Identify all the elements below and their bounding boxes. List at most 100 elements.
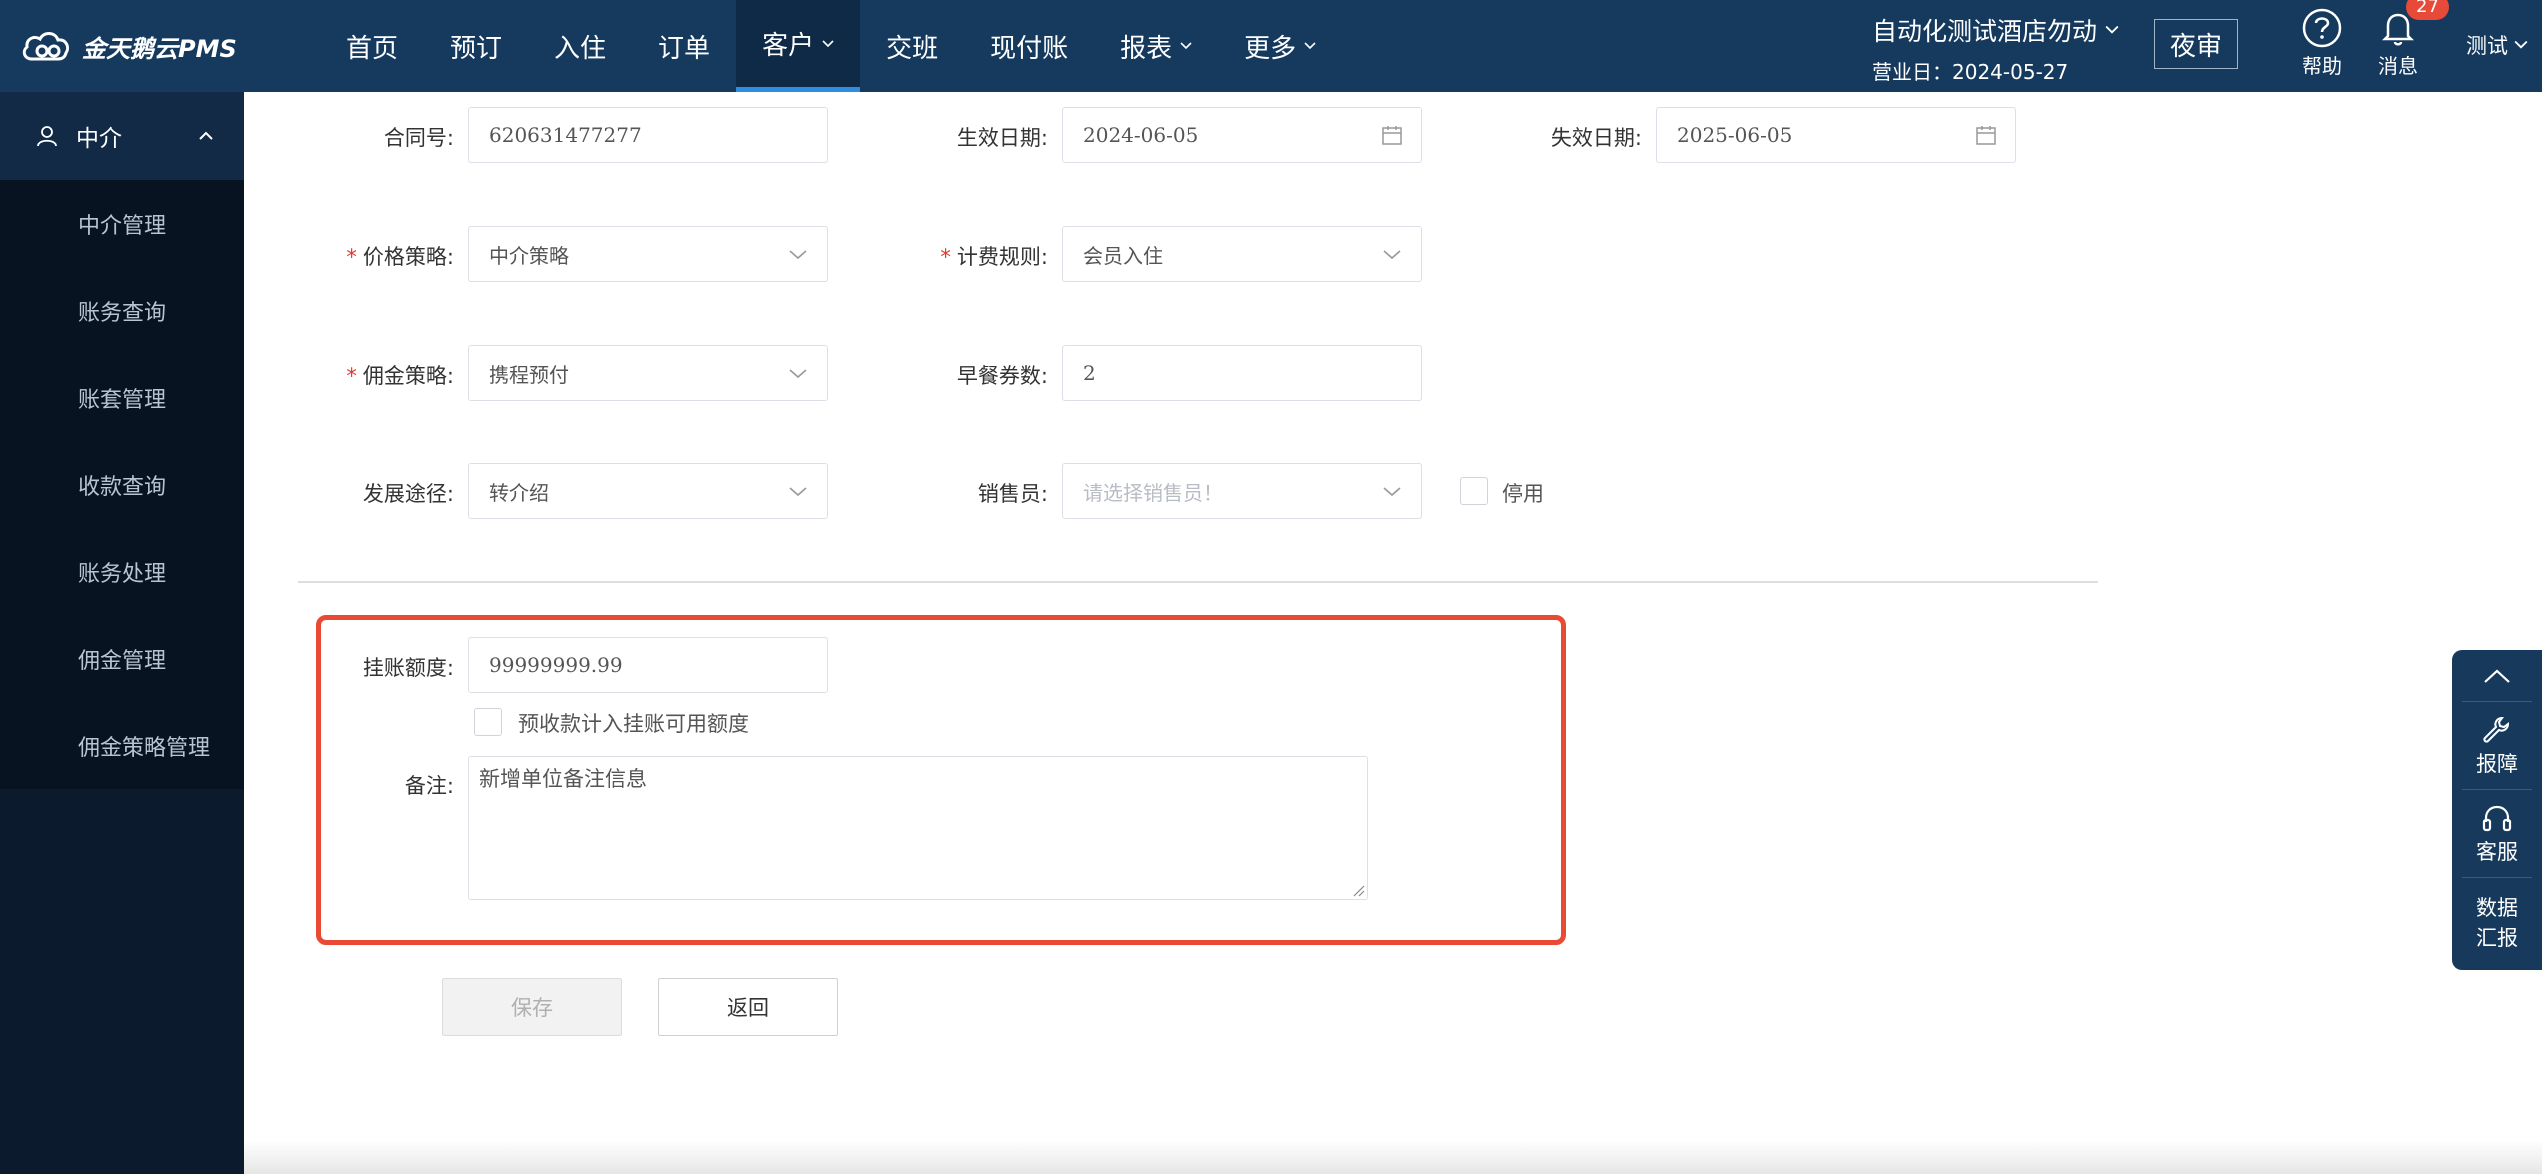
price-policy-label-text: 价格策略:	[362, 245, 454, 269]
nav-shift[interactable]: 交班	[860, 0, 964, 92]
price-policy-value: 中介策略	[489, 243, 569, 268]
sidebar-item-label: 收款查询	[78, 474, 167, 500]
top-bar: 金天鹅云PMS 首页 预订 入住 订单 客户 交班 现付账 报表 更多 自动化测…	[0, 0, 2542, 92]
nav-label: 现付账	[990, 33, 1069, 64]
nav-home[interactable]: 首页	[320, 0, 424, 92]
commission-policy-value: 携程预付	[489, 362, 569, 387]
save-button[interactable]: 保存	[442, 978, 622, 1036]
credit-limit-label: 挂账额度:	[362, 656, 454, 680]
effective-date-picker[interactable]: 2024-06-05	[1062, 107, 1422, 163]
nav-label: 首页	[346, 33, 399, 64]
calendar-icon	[1976, 126, 1996, 145]
nav-booking[interactable]: 预订	[424, 0, 528, 92]
sidebar-item-label: 账套管理	[78, 387, 167, 413]
data-report-label: 数据汇报	[2476, 896, 2518, 950]
floating-tools-panel: 报障 客服 数据汇报	[2452, 650, 2542, 970]
help-button[interactable]: 帮助	[2300, 6, 2344, 79]
report-issue-button[interactable]: 报障	[2462, 702, 2532, 790]
nav-label: 入住	[554, 33, 607, 64]
scroll-top-button[interactable]	[2462, 650, 2532, 702]
channel-label: 发展途径:	[362, 482, 454, 506]
main-content: 合同号: 620631477277 生效日期: 2024-06-05 失效日期:…	[244, 92, 2542, 1174]
sidebar-item-commission-policy[interactable]: 佣金策略管理	[0, 702, 244, 789]
messages-button[interactable]: 27 消息	[2376, 0, 2449, 79]
sidebar-item-label: 佣金管理	[78, 648, 167, 674]
messages-label: 消息	[2378, 54, 2418, 78]
salesperson-label: 销售员:	[977, 482, 1048, 506]
calendar-icon	[1382, 126, 1402, 145]
expire-date-label: 失效日期:	[1550, 126, 1642, 150]
report-issue-label: 报障	[2476, 751, 2518, 776]
channel-value: 转介绍	[489, 480, 549, 505]
chevron-down-icon	[1180, 42, 1192, 50]
channel-select[interactable]: 转介绍	[468, 463, 828, 519]
sidebar-item-account-set[interactable]: 账套管理	[0, 354, 244, 441]
sidebar-item-account-query[interactable]: 账务查询	[0, 267, 244, 354]
sidebar-item-payment-query[interactable]: 收款查询	[0, 441, 244, 528]
price-policy-select[interactable]: 中介策略	[468, 226, 828, 282]
chevron-up-icon	[199, 131, 213, 140]
customer-service-button[interactable]: 客服	[2462, 790, 2532, 878]
chevron-down-icon	[1383, 250, 1401, 260]
sidebar-item-commission[interactable]: 佣金管理	[0, 615, 244, 702]
prepay-checkbox[interactable]	[474, 708, 502, 736]
user-menu[interactable]: 测试	[2466, 30, 2528, 60]
credit-limit-input[interactable]: 99999999.99	[468, 637, 828, 693]
required-mark: *	[346, 364, 357, 388]
headset-icon	[2482, 805, 2512, 831]
cloud-logo-icon	[22, 32, 70, 61]
remark-textarea[interactable]: 新增单位备注信息	[468, 756, 1368, 900]
nav-reports[interactable]: 报表	[1094, 0, 1218, 92]
billing-rule-select[interactable]: 会员入住	[1062, 226, 1422, 282]
customer-service-label: 客服	[2476, 839, 2518, 864]
required-mark: *	[940, 245, 951, 269]
message-count-badge: 27	[2406, 0, 2449, 20]
nav-label: 报表	[1120, 33, 1173, 64]
data-report-button[interactable]: 数据汇报	[2462, 878, 2532, 968]
chevron-down-icon	[789, 250, 807, 260]
chevron-down-icon	[2514, 40, 2528, 49]
main-nav: 首页 预订 入住 订单 客户 交班 现付账 报表 更多	[320, 0, 1342, 92]
salesperson-select[interactable]: 请选择销售员！	[1062, 463, 1422, 519]
sidebar-item-label: 账务处理	[78, 561, 167, 587]
hotel-name-row: 自动化测试酒店勿动	[1872, 12, 2119, 48]
help-icon	[2302, 8, 2342, 48]
chevron-up-icon	[2484, 669, 2510, 683]
nav-label: 客户	[762, 31, 815, 61]
logo-text: 金天鹅云PMS	[82, 34, 237, 63]
nav-customers[interactable]: 客户	[736, 0, 861, 92]
hotel-selector[interactable]: 自动化测试酒店勿动 营业日：2024-05-27	[1872, 12, 2119, 85]
billing-rule-label-text: 计费规则:	[956, 245, 1048, 269]
nav-checkin[interactable]: 入住	[528, 0, 632, 92]
sidebar-item-label: 账务查询	[78, 300, 167, 326]
billing-rule-label: * 计费规则:	[848, 241, 1048, 271]
nav-more[interactable]: 更多	[1218, 0, 1342, 92]
nav-label: 更多	[1244, 33, 1297, 64]
sidebar-section-agency[interactable]: 中介	[0, 92, 244, 180]
nav-cash-account[interactable]: 现付账	[964, 0, 1094, 92]
user-icon	[37, 126, 57, 147]
disabled-checkbox[interactable]	[1460, 477, 1488, 505]
business-date: 营业日：2024-05-27	[1872, 60, 2069, 84]
commission-policy-select[interactable]: 携程预付	[468, 345, 828, 401]
credit-limit-value: 99999999.99	[489, 653, 623, 677]
sidebar-item-account-processing[interactable]: 账务处理	[0, 528, 244, 615]
back-button[interactable]: 返回	[658, 978, 838, 1036]
app-logo[interactable]: 金天鹅云PMS	[20, 24, 237, 68]
expire-date-picker[interactable]: 2025-06-05	[1656, 107, 2016, 163]
nav-orders[interactable]: 订单	[632, 0, 736, 92]
nav-label: 订单	[658, 33, 711, 64]
resize-handle-icon[interactable]	[1351, 883, 1365, 897]
breakfast-input[interactable]: 2	[1062, 345, 1422, 401]
contract-no-value: 620631477277	[489, 123, 642, 147]
sidebar-item-agency-management[interactable]: 中介管理	[0, 180, 244, 267]
chevron-down-icon	[789, 487, 807, 497]
night-audit-button[interactable]: 夜审	[2154, 19, 2238, 69]
required-mark: *	[346, 245, 357, 269]
contract-no-input[interactable]: 620631477277	[468, 107, 828, 163]
breakfast-label: 早餐券数:	[956, 364, 1048, 388]
user-name: 测试	[2466, 34, 2508, 58]
sidebar: 中介 中介管理 账务查询 账套管理 收款查询 账务处理 佣金管理 佣金策略管理	[0, 92, 244, 1174]
commission-policy-label: * 佣金策略:	[254, 360, 454, 390]
nav-label: 交班	[886, 33, 939, 64]
